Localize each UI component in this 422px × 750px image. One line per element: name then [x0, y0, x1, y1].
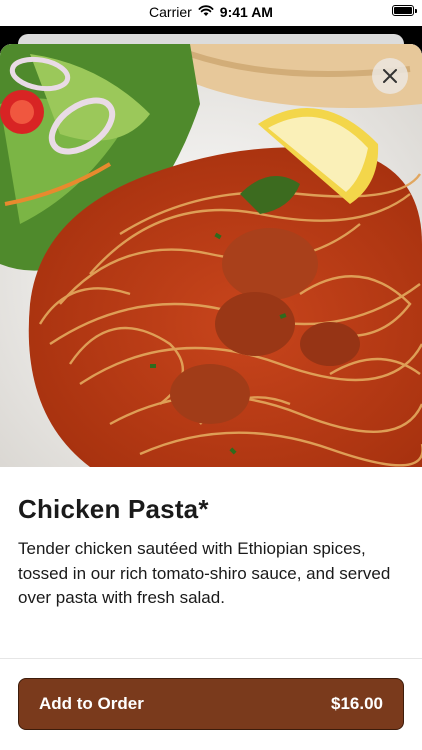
- price-label: $16.00: [331, 694, 383, 713]
- dish-photo: [0, 44, 422, 467]
- wifi-icon: [198, 4, 214, 20]
- close-button[interactable]: [372, 58, 408, 94]
- battery-icon: [392, 5, 417, 16]
- add-to-order-label: Add to Order: [39, 694, 144, 713]
- close-icon: [383, 69, 397, 83]
- item-details: Chicken Pasta* Tender chicken sautéed wi…: [18, 494, 404, 611]
- carrier-label: Carrier: [149, 4, 192, 20]
- add-to-order-button[interactable]: Add to Order $16.00: [18, 678, 404, 730]
- item-title: Chicken Pasta*: [18, 494, 209, 524]
- status-time: 9:41 AM: [219, 4, 273, 20]
- item-detail-sheet: Chicken Pasta* Tender chicken sautéed wi…: [0, 44, 422, 750]
- divider: [0, 658, 422, 659]
- status-bar: Carrier 9:41 AM: [0, 0, 422, 26]
- item-description: Tender chicken sautéed with Ethiopian sp…: [18, 539, 391, 607]
